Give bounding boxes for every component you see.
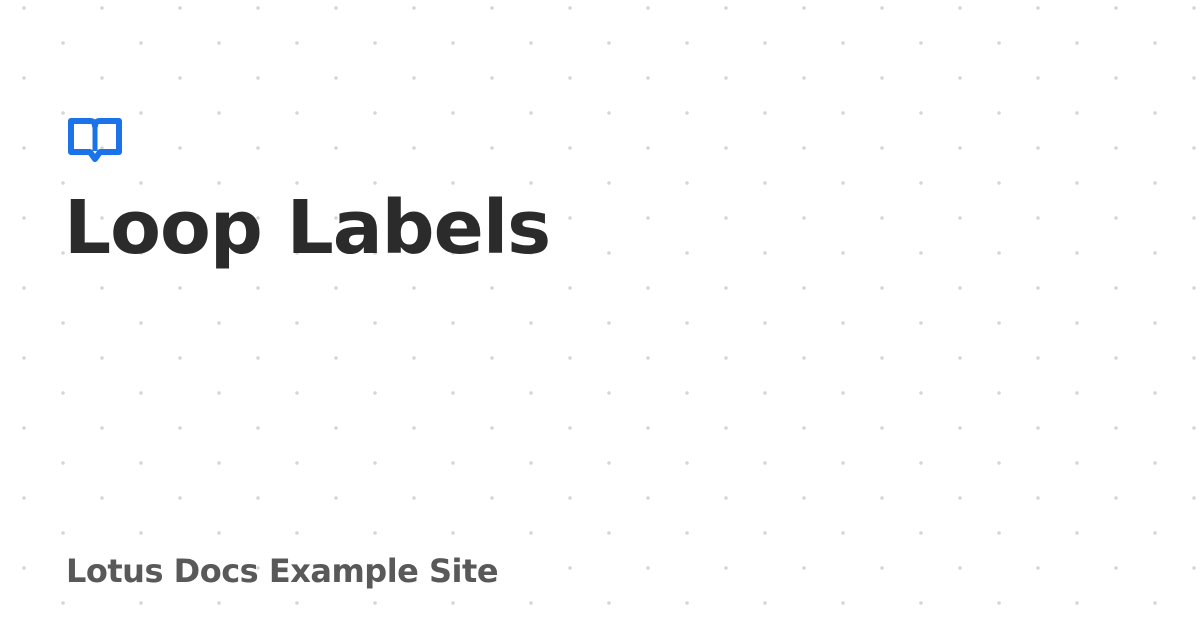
page-title: Loop Labels [64, 185, 551, 271]
social-card: Loop Labels Lotus Docs Example Site [0, 0, 1200, 630]
open-book-icon [68, 118, 122, 162]
site-name: Lotus Docs Example Site [66, 552, 499, 590]
